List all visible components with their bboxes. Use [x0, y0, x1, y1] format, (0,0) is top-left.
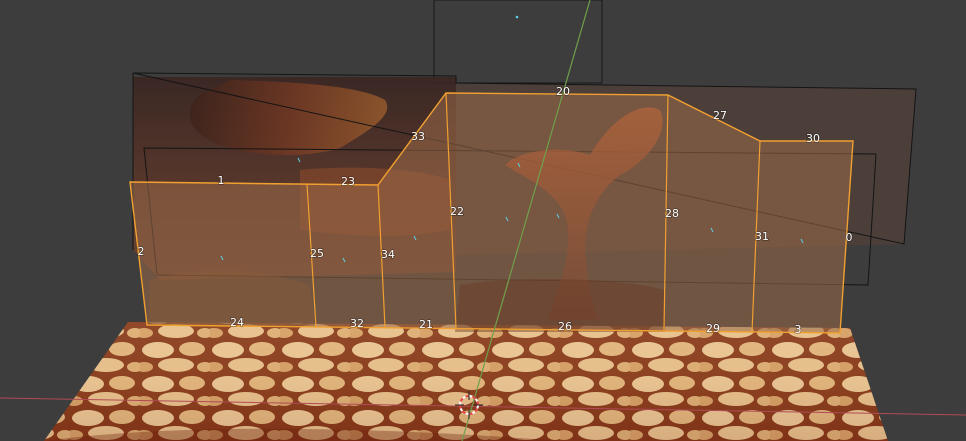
3d-viewport[interactable]: 0 1 2 3 20 21 22 23 24 25 26 27 28 29 30… [0, 0, 966, 441]
edge-label: 28 [665, 207, 679, 220]
edge-label: 24 [230, 316, 244, 329]
viewport-scene[interactable]: 0 1 2 3 20 21 22 23 24 25 26 27 28 29 30… [0, 0, 966, 441]
edge-label: 34 [381, 248, 395, 261]
edge-label: 20 [556, 85, 570, 98]
edge-label: 2 [138, 245, 145, 258]
edge-label: 26 [558, 320, 572, 333]
ground-plane[interactable] [44, 322, 888, 441]
edge-label: 0 [846, 231, 853, 244]
edge-label: 21 [419, 318, 433, 331]
edge-label: 23 [341, 175, 355, 188]
camera-frame [433, 0, 603, 84]
edge-label: 33 [411, 130, 425, 143]
edge-label: 29 [706, 322, 720, 335]
edge-label: 1 [218, 174, 225, 187]
edge-label: 27 [713, 109, 727, 122]
edge-label: 32 [350, 317, 364, 330]
edge-label: 22 [450, 205, 464, 218]
edge-label: 25 [310, 247, 324, 260]
edge-label: 3 [795, 323, 802, 336]
edge-label: 31 [755, 230, 769, 243]
edge-label: 30 [806, 132, 820, 145]
